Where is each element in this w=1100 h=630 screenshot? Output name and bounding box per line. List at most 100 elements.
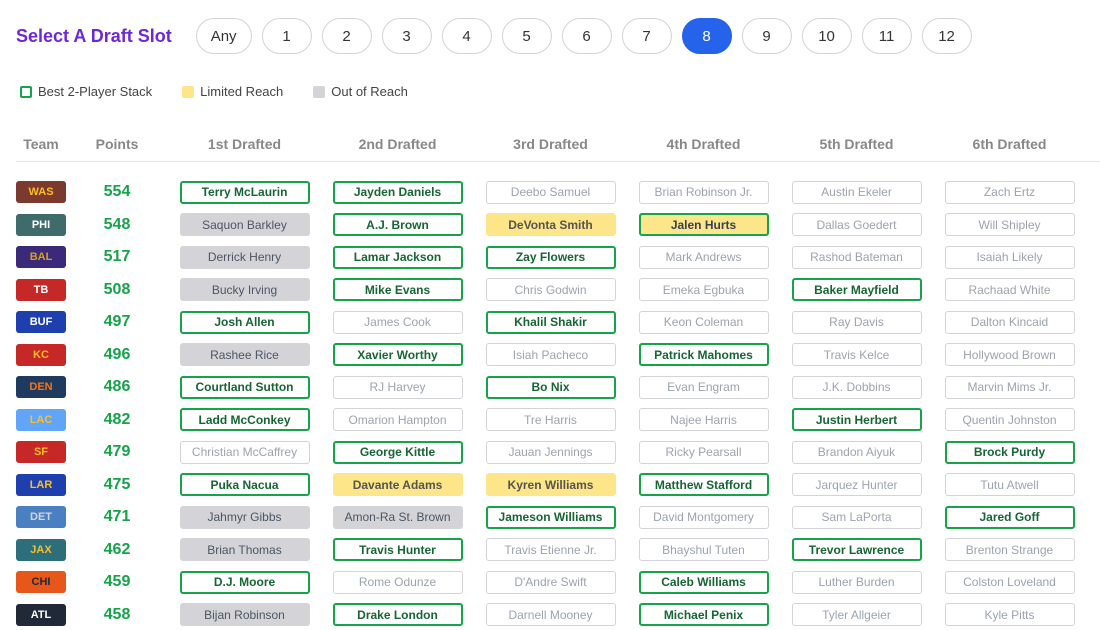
player-chip[interactable]: Ladd McConkey: [179, 408, 310, 432]
player-chip[interactable]: DeVonta Smith: [485, 213, 616, 237]
player-chip[interactable]: Jahmyr Gibbs: [179, 505, 310, 529]
player-chip[interactable]: Matthew Stafford: [638, 473, 769, 497]
player-chip[interactable]: Drake London: [332, 603, 463, 627]
player-chip[interactable]: Evan Engram: [638, 375, 769, 399]
player-chip[interactable]: Lamar Jackson: [332, 245, 463, 269]
player-chip[interactable]: Courtland Sutton: [179, 375, 310, 399]
team-cell: SF: [16, 441, 66, 464]
player-chip[interactable]: Darnell Mooney: [485, 603, 616, 627]
player-chip[interactable]: Mike Evans: [332, 278, 463, 302]
player-chip[interactable]: Baker Mayfield: [791, 278, 922, 302]
player-chip[interactable]: Jalen Hurts: [638, 213, 769, 237]
player-chip[interactable]: Isaiah Likely: [944, 245, 1075, 269]
player-chip[interactable]: Bo Nix: [485, 375, 616, 399]
slot-button-11[interactable]: 11: [861, 18, 912, 54]
slot-button-any[interactable]: Any: [195, 18, 252, 54]
player-chip[interactable]: Patrick Mahomes: [638, 343, 769, 367]
player-chip[interactable]: Kyle Pitts: [944, 603, 1075, 627]
player-chip[interactable]: D'Andre Swift: [485, 570, 616, 594]
slot-button-8[interactable]: 8: [681, 18, 732, 54]
slot-button-7[interactable]: 7: [621, 18, 672, 54]
player-chip[interactable]: Rome Odunze: [332, 570, 463, 594]
player-chip[interactable]: Brenton Strange: [944, 538, 1075, 562]
slot-button-6[interactable]: 6: [561, 18, 612, 54]
player-chip[interactable]: Trevor Lawrence: [791, 538, 922, 562]
player-chip[interactable]: James Cook: [332, 310, 463, 334]
player-chip[interactable]: Luther Burden: [791, 570, 922, 594]
player-chip[interactable]: Rashod Bateman: [791, 245, 922, 269]
player-chip[interactable]: D.J. Moore: [179, 570, 310, 594]
player-chip[interactable]: Justin Herbert: [791, 408, 922, 432]
player-chip[interactable]: Amon-Ra St. Brown: [332, 505, 463, 529]
player-chip[interactable]: Josh Allen: [179, 310, 310, 334]
player-chip[interactable]: Davante Adams: [332, 473, 463, 497]
player-chip[interactable]: Travis Etienne Jr.: [485, 538, 616, 562]
slot-button-10[interactable]: 10: [801, 18, 852, 54]
player-chip[interactable]: Tutu Atwell: [944, 473, 1075, 497]
pick-cell: Kyle Pitts: [933, 603, 1086, 627]
player-chip[interactable]: Isiah Pacheco: [485, 343, 616, 367]
player-chip[interactable]: Brock Purdy: [944, 440, 1075, 464]
player-chip[interactable]: Michael Penix: [638, 603, 769, 627]
player-chip[interactable]: RJ Harvey: [332, 375, 463, 399]
player-chip[interactable]: Bhayshul Tuten: [638, 538, 769, 562]
slot-button-4[interactable]: 4: [441, 18, 492, 54]
player-chip[interactable]: Tre Harris: [485, 408, 616, 432]
player-chip[interactable]: Travis Hunter: [332, 538, 463, 562]
player-chip[interactable]: J.K. Dobbins: [791, 375, 922, 399]
player-chip[interactable]: Quentin Johnston: [944, 408, 1075, 432]
player-chip[interactable]: Austin Ekeler: [791, 180, 922, 204]
player-chip[interactable]: Jarquez Hunter: [791, 473, 922, 497]
player-chip[interactable]: Zay Flowers: [485, 245, 616, 269]
player-chip[interactable]: Terry McLaurin: [179, 180, 310, 204]
player-chip[interactable]: George Kittle: [332, 440, 463, 464]
player-chip[interactable]: Ray Davis: [791, 310, 922, 334]
player-chip[interactable]: Jayden Daniels: [332, 180, 463, 204]
player-chip[interactable]: Mark Andrews: [638, 245, 769, 269]
slot-button-3[interactable]: 3: [381, 18, 432, 54]
player-chip[interactable]: Jauan Jennings: [485, 440, 616, 464]
player-chip[interactable]: Najee Harris: [638, 408, 769, 432]
slot-button-9[interactable]: 9: [741, 18, 792, 54]
player-chip[interactable]: Christian McCaffrey: [179, 440, 310, 464]
player-chip[interactable]: Khalil Shakir: [485, 310, 616, 334]
player-chip[interactable]: Zach Ertz: [944, 180, 1075, 204]
player-chip[interactable]: Bijan Robinson: [179, 603, 310, 627]
player-chip[interactable]: Hollywood Brown: [944, 343, 1075, 367]
player-chip[interactable]: Dallas Goedert: [791, 213, 922, 237]
player-chip[interactable]: Saquon Barkley: [179, 213, 310, 237]
player-chip[interactable]: Puka Nacua: [179, 473, 310, 497]
player-chip[interactable]: Emeka Egbuka: [638, 278, 769, 302]
player-chip[interactable]: Xavier Worthy: [332, 343, 463, 367]
player-chip[interactable]: Bucky Irving: [179, 278, 310, 302]
player-chip[interactable]: Ricky Pearsall: [638, 440, 769, 464]
player-chip[interactable]: Colston Loveland: [944, 570, 1075, 594]
player-chip[interactable]: Sam LaPorta: [791, 505, 922, 529]
player-chip[interactable]: Travis Kelce: [791, 343, 922, 367]
player-chip[interactable]: David Montgomery: [638, 505, 769, 529]
player-chip[interactable]: Will Shipley: [944, 213, 1075, 237]
player-chip[interactable]: Marvin Mims Jr.: [944, 375, 1075, 399]
player-chip[interactable]: Keon Coleman: [638, 310, 769, 334]
player-chip[interactable]: Brian Thomas: [179, 538, 310, 562]
slot-button-12[interactable]: 12: [921, 18, 972, 54]
slot-button-5[interactable]: 5: [501, 18, 552, 54]
player-chip[interactable]: A.J. Brown: [332, 213, 463, 237]
player-chip[interactable]: Jared Goff: [944, 505, 1075, 529]
player-chip[interactable]: Tyler Allgeier: [791, 603, 922, 627]
player-chip[interactable]: Chris Godwin: [485, 278, 616, 302]
slot-button-2[interactable]: 2: [321, 18, 372, 54]
player-chip[interactable]: Dalton Kincaid: [944, 310, 1075, 334]
player-chip[interactable]: Jameson Williams: [485, 505, 616, 529]
player-chip[interactable]: Omarion Hampton: [332, 408, 463, 432]
player-chip[interactable]: Rachaad White: [944, 278, 1075, 302]
player-chip[interactable]: Caleb Williams: [638, 570, 769, 594]
player-chip[interactable]: Deebo Samuel: [485, 180, 616, 204]
player-chip[interactable]: Rashee Rice: [179, 343, 310, 367]
player-chip[interactable]: Brian Robinson Jr.: [638, 180, 769, 204]
player-chip[interactable]: Brandon Aiyuk: [791, 440, 922, 464]
player-chip[interactable]: Derrick Henry: [179, 245, 310, 269]
slot-button-1[interactable]: 1: [261, 18, 312, 54]
pick-cell: J.K. Dobbins: [780, 375, 933, 399]
player-chip[interactable]: Kyren Williams: [485, 473, 616, 497]
